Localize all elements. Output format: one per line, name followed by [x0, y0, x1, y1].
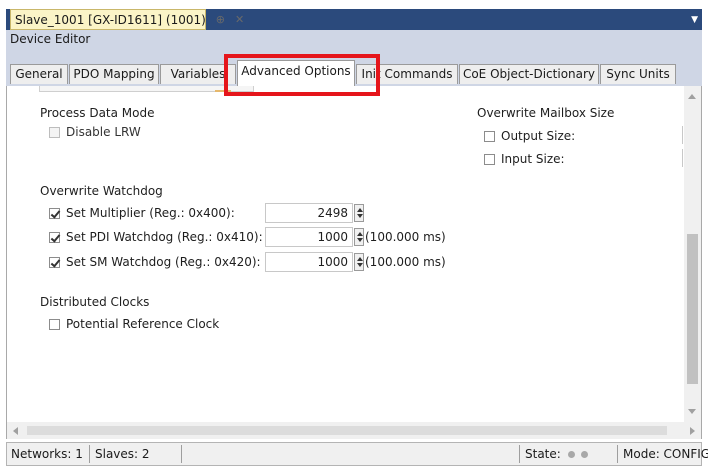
status-mode: Mode: CONFIG	[623, 447, 708, 461]
status-slaves: Slaves: 2	[95, 447, 150, 461]
horizontal-scrollbar[interactable]	[6, 422, 702, 439]
scroll-down-icon[interactable]	[688, 409, 696, 414]
horizontal-scroll-thumb[interactable]	[27, 426, 667, 435]
dropdown-arrow-icon[interactable]: ▼	[691, 15, 698, 25]
disable-lrw-row: Disable LRW	[49, 125, 141, 139]
input-size-label: Input Size:	[501, 152, 565, 166]
state-indicator-icon	[567, 451, 575, 458]
tab-sync-units[interactable]: Sync Units	[600, 64, 676, 84]
status-separator	[89, 445, 90, 463]
state-indicator-icon	[581, 451, 589, 458]
output-size-field[interactable]	[682, 126, 683, 144]
input-size-checkbox[interactable]	[484, 153, 495, 165]
potential-reference-label: Potential Reference Clock	[66, 317, 220, 331]
highlight-box	[224, 54, 380, 96]
editor-title: Device Editor	[6, 30, 702, 48]
distributed-clocks-title: Distributed Clocks	[40, 295, 150, 309]
status-bar: Networks: 1 Slaves: 2 State: Mode: CONFI…	[6, 442, 708, 466]
panel-top-band	[39, 86, 254, 92]
advanced-options-panel: Process Data Mode Disable LRW Overwrite …	[6, 86, 702, 422]
sm-watchdog-spinner[interactable]	[354, 253, 364, 271]
sm-watchdog-row: Set SM Watchdog (Reg.: 0x420):	[49, 255, 261, 269]
multiplier-row: Set Multiplier (Reg.: 0x400):	[49, 206, 235, 220]
status-state: State:	[525, 443, 589, 465]
disable-lrw-label: Disable LRW	[66, 125, 141, 139]
document-tab[interactable]: Slave_1001 [GX-ID1611] (1001) ⊕ ✕	[10, 9, 244, 30]
potential-reference-checkbox[interactable]	[49, 318, 60, 330]
process-data-mode-title: Process Data Mode	[40, 106, 155, 120]
output-size-checkbox[interactable]	[484, 130, 495, 142]
input-size-row: Input Size:	[484, 152, 565, 166]
sm-watchdog-checkbox[interactable]	[49, 256, 60, 268]
pdi-watchdog-row: Set PDI Watchdog (Reg.: 0x410):	[49, 230, 263, 244]
tab-coe-object-dictionary[interactable]: CoE Object-Dictionary	[459, 64, 599, 84]
pdi-watchdog-label: Set PDI Watchdog (Reg.: 0x410):	[66, 230, 263, 244]
tab-general[interactable]: General	[10, 64, 68, 84]
scroll-left-icon[interactable]	[13, 427, 18, 435]
output-size-row: Output Size:	[484, 129, 575, 143]
sm-watchdog-unit: (100.000 ms)	[365, 255, 446, 269]
status-separator	[519, 445, 520, 463]
vertical-scrollbar[interactable]	[684, 86, 701, 422]
sm-watchdog-label: Set SM Watchdog (Reg.: 0x420):	[66, 255, 261, 269]
potential-reference-row: Potential Reference Clock	[49, 317, 219, 331]
input-size-field[interactable]	[682, 149, 683, 167]
overwrite-watchdog-title: Overwrite Watchdog	[40, 184, 163, 198]
status-state-label: State:	[525, 447, 561, 461]
close-icon[interactable]: ✕	[235, 13, 244, 26]
pdi-watchdog-spinner[interactable]	[354, 228, 364, 246]
multiplier-input[interactable]: 2498	[265, 203, 353, 223]
vertical-scroll-thumb[interactable]	[687, 234, 698, 384]
document-tab-title: Slave_1001 [GX-ID1611] (1001)	[15, 12, 206, 27]
multiplier-spinner[interactable]	[354, 204, 364, 222]
status-separator	[181, 445, 182, 463]
output-size-label: Output Size:	[501, 129, 576, 143]
pdi-watchdog-checkbox[interactable]	[49, 231, 60, 243]
document-tab-bar: Slave_1001 [GX-ID1611] (1001) ⊕ ✕ ▼	[6, 9, 702, 30]
pdi-watchdog-input[interactable]: 1000	[265, 227, 353, 247]
multiplier-label: Set Multiplier (Reg.: 0x400):	[66, 206, 235, 220]
sm-watchdog-input[interactable]: 1000	[265, 252, 353, 272]
pin-icon[interactable]: ⊕	[216, 13, 225, 26]
multiplier-checkbox[interactable]	[49, 207, 60, 219]
tab-pdo-mapping[interactable]: PDO Mapping	[69, 64, 159, 84]
overwrite-mailbox-title: Overwrite Mailbox Size	[477, 106, 615, 120]
status-separator	[617, 445, 618, 463]
scroll-right-icon[interactable]	[690, 427, 695, 435]
status-networks: Networks: 1	[11, 447, 83, 461]
pdi-watchdog-unit: (100.000 ms)	[365, 230, 446, 244]
scroll-up-icon[interactable]	[688, 94, 696, 99]
disable-lrw-checkbox[interactable]	[49, 126, 60, 138]
